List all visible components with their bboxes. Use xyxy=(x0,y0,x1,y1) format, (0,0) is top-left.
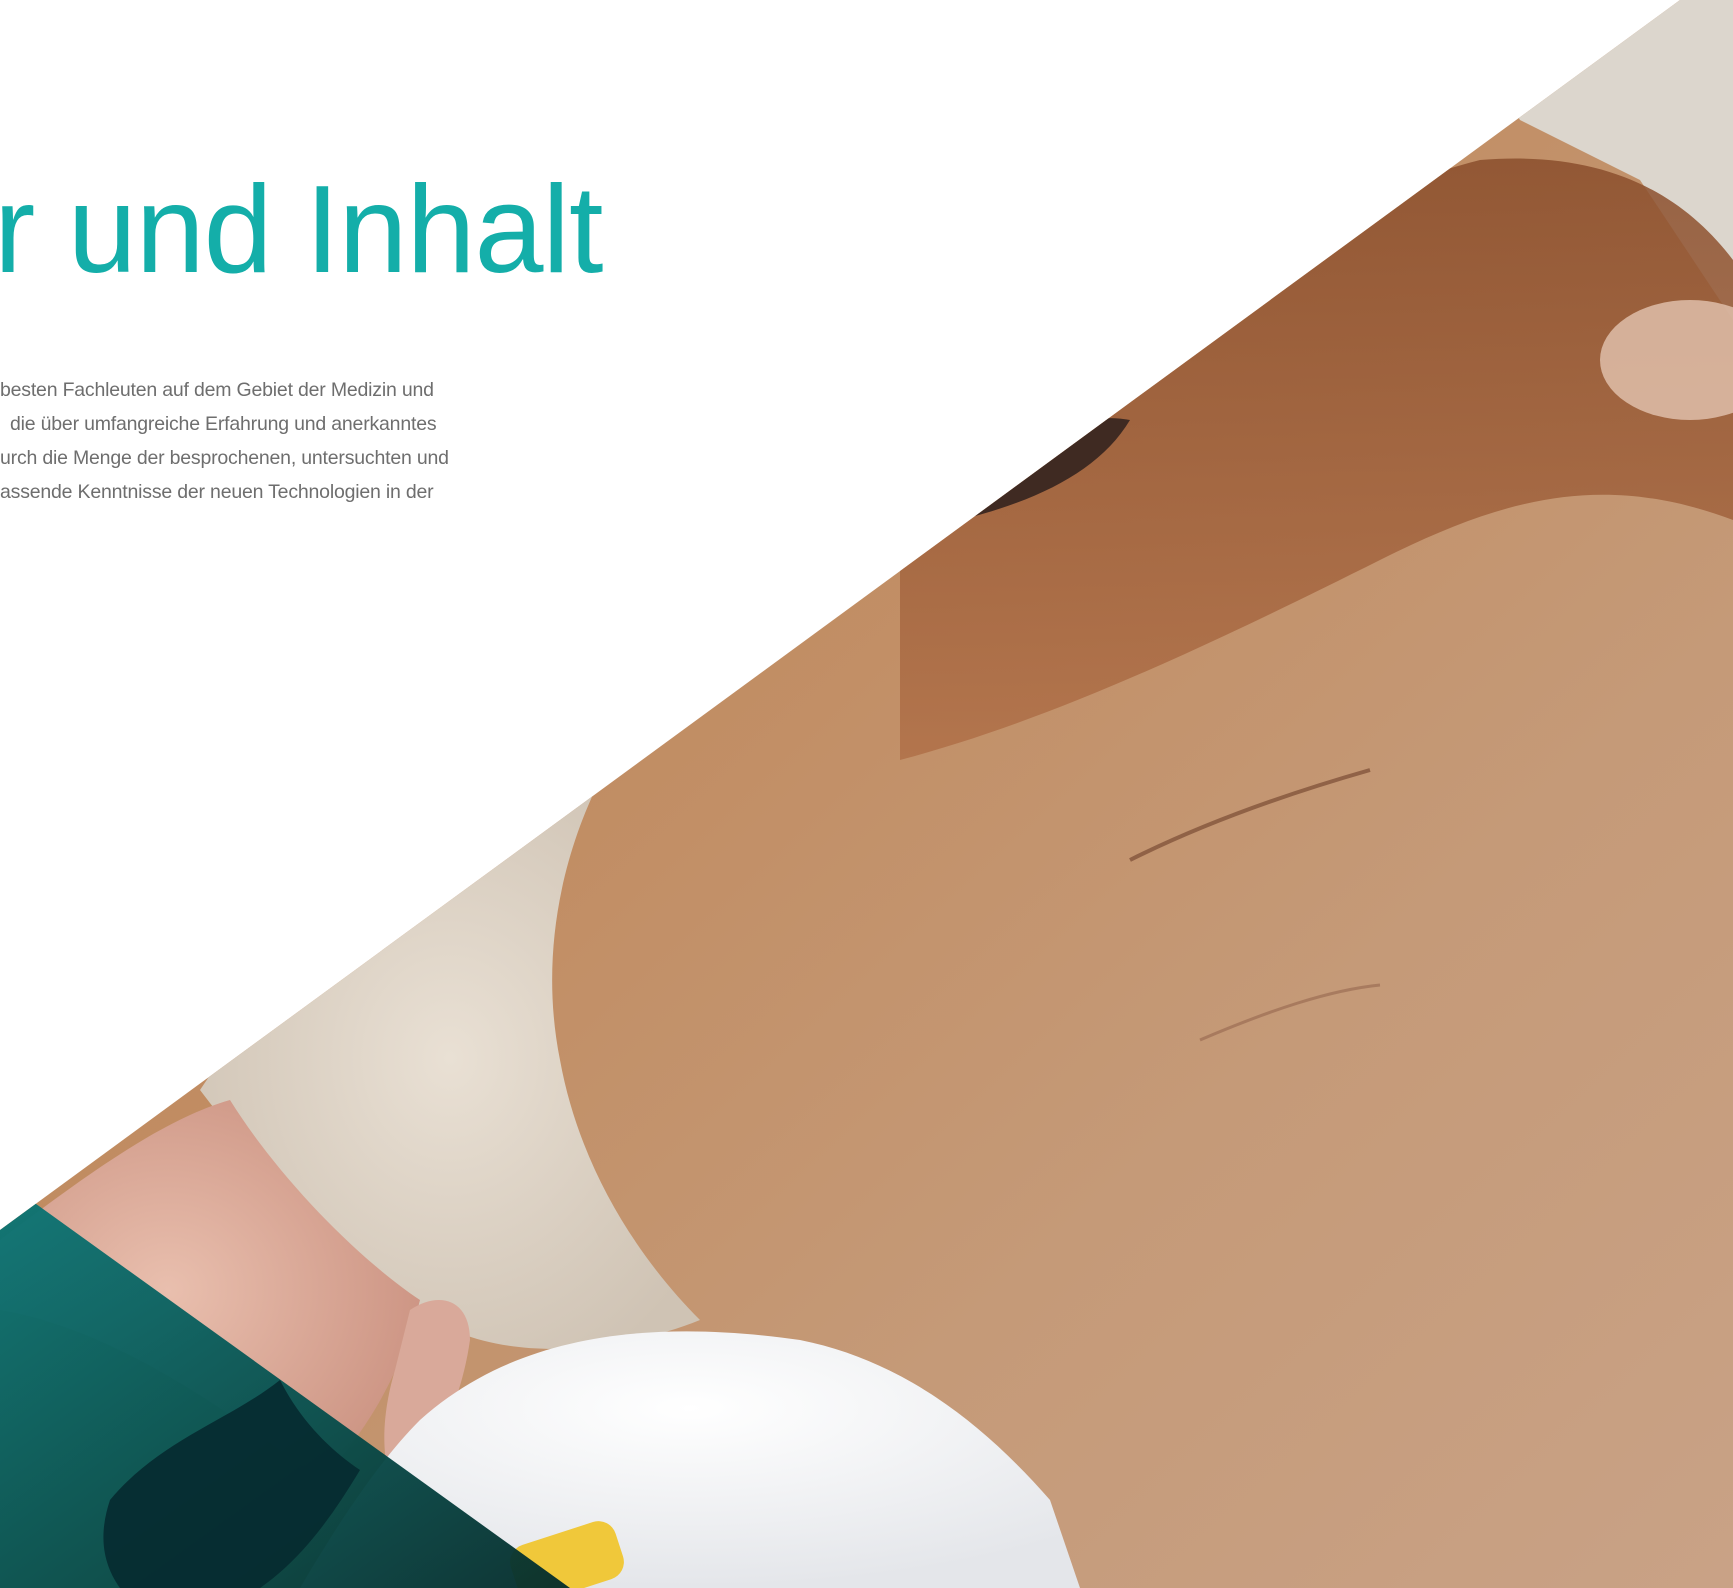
hero-title: r und Inhalt xyxy=(0,161,603,299)
hero-description-line: besten Fachleuten auf dem Gebiet der Med… xyxy=(0,379,434,401)
hero-description-line: assende Kenntnisse der neuen Technologie… xyxy=(0,481,434,503)
hero-description-line: urch die Menge der besprochenen, untersu… xyxy=(0,447,449,469)
page: r und Inhalt besten Fachleuten auf dem G… xyxy=(0,0,1733,1588)
hero-description-line: die über umfangreiche Erfahrung und aner… xyxy=(10,413,437,435)
